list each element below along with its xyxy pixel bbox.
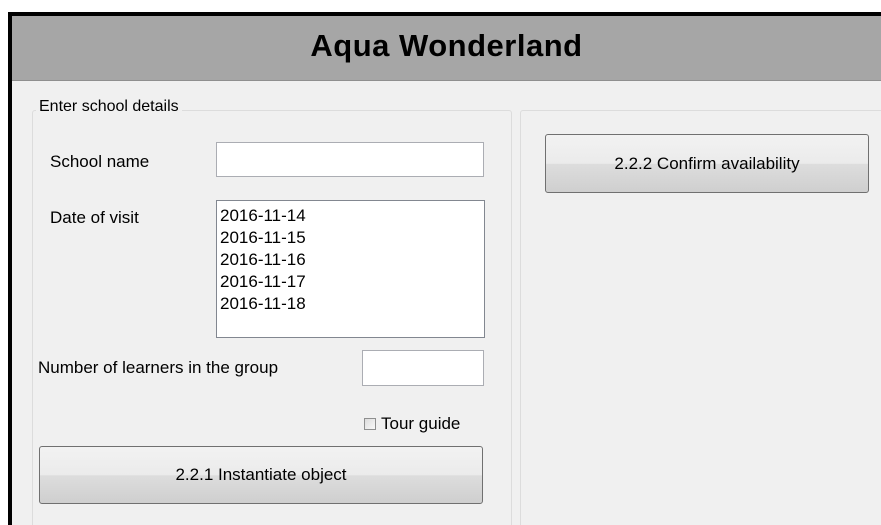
app-window: Aqua Wonderland Enter school details Sch… [8, 12, 881, 525]
list-item[interactable]: 2016-11-14 [220, 205, 484, 227]
school-name-label: School name [50, 152, 150, 171]
school-name-input[interactable] [216, 142, 484, 177]
list-item[interactable]: 2016-11-18 [220, 293, 484, 315]
school-details-caption: Enter school details [36, 98, 182, 116]
date-of-visit-label: Date of visit [50, 208, 139, 227]
learners-input[interactable] [362, 350, 484, 386]
list-item[interactable]: 2016-11-15 [220, 227, 484, 249]
confirm-availability-button[interactable]: 2.2.2 Confirm availability [545, 134, 869, 193]
instantiate-object-button[interactable]: 2.2.1 Instantiate object [39, 446, 483, 504]
app-title: Aqua Wonderland [310, 28, 583, 63]
list-item[interactable]: 2016-11-16 [220, 249, 484, 271]
tour-guide-checkbox[interactable]: Tour guide [364, 414, 460, 434]
tour-guide-label: Tour guide [381, 414, 461, 433]
checkbox-box-icon[interactable] [364, 418, 376, 430]
date-of-visit-listbox[interactable]: 2016-11-14 2016-11-15 2016-11-16 2016-11… [216, 200, 485, 338]
learners-label: Number of learners in the group [38, 358, 279, 377]
title-banner: Aqua Wonderland [12, 16, 881, 81]
list-item[interactable]: 2016-11-17 [220, 271, 484, 293]
